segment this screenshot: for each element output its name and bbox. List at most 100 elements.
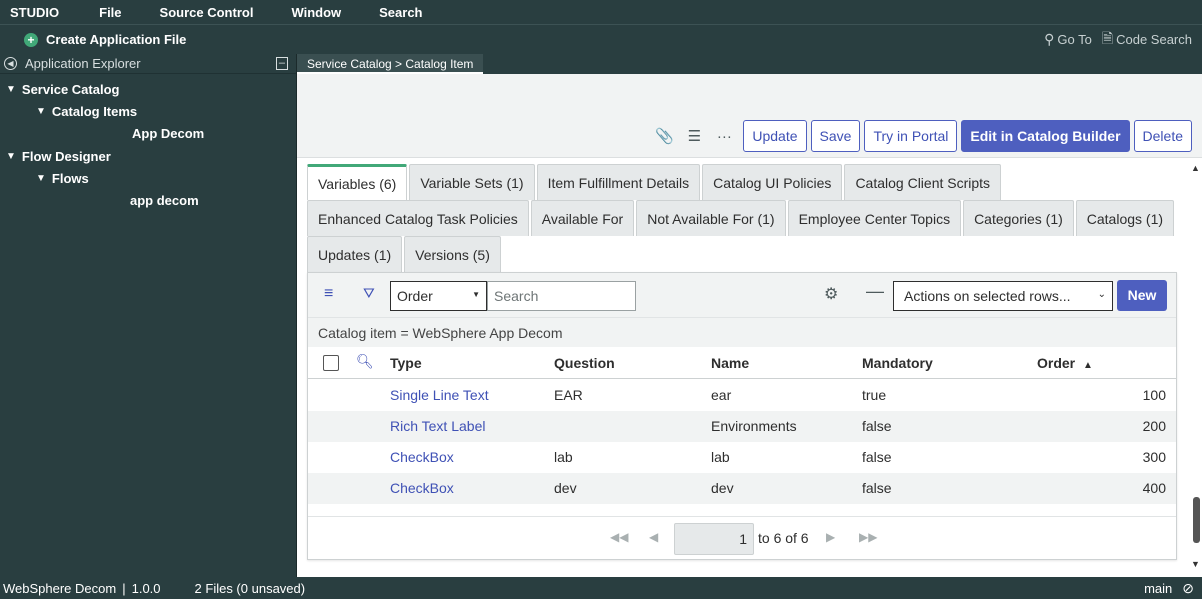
search-field-select[interactable]: Order ▼ xyxy=(390,281,487,311)
column-question[interactable]: Question xyxy=(554,355,615,371)
collapse-all-button[interactable]: – xyxy=(275,57,288,70)
tab-employee-center-topics[interactable]: Employee Center Topics xyxy=(787,200,962,236)
search-icon[interactable]: 🔍︎ xyxy=(356,353,374,370)
cell-type-link[interactable]: CheckBox xyxy=(390,449,454,465)
cell-order: 200 xyxy=(1142,418,1166,434)
tab-versions[interactable]: Versions (5) xyxy=(404,236,501,272)
cell-type-link[interactable]: CheckBox xyxy=(390,480,454,496)
menu-window[interactable]: Window xyxy=(281,5,341,20)
pagination: ◀◀ ◀ 1 to 6 of 6 ▶ ▶▶ xyxy=(308,516,1176,560)
filter-icon[interactable]: ⛛ xyxy=(363,285,375,302)
expanded-triangle-icon: ▼ xyxy=(6,84,16,95)
plus-icon: + xyxy=(24,32,38,47)
tab-not-available-for[interactable]: Not Available For (1) xyxy=(636,200,786,236)
cell-name: lab xyxy=(711,449,730,465)
tab-variables[interactable]: Variables (6) xyxy=(307,164,408,200)
file-count: 2 Files (0 unsaved) xyxy=(194,580,306,596)
column-name[interactable]: Name xyxy=(711,355,749,371)
table-row: CheckBox dev dev false 400 xyxy=(308,473,1176,504)
collapse-list-icon[interactable]: — xyxy=(866,281,884,302)
page-number-input[interactable]: 1 xyxy=(674,523,754,555)
last-page-icon[interactable]: ▶▶ xyxy=(859,530,877,544)
column-order[interactable]: Order ▲ xyxy=(1037,355,1093,371)
application-version: 1.0.0 xyxy=(131,580,161,596)
cell-order: 400 xyxy=(1142,480,1166,496)
back-icon[interactable]: ◀ xyxy=(4,57,17,70)
tree-label: App Decom xyxy=(132,126,205,141)
table-header: 🔍︎ Type Question Name Mandatory Order ▲ xyxy=(308,347,1176,379)
tab-catalogs[interactable]: Catalogs (1) xyxy=(1075,200,1175,236)
first-page-icon[interactable]: ◀◀ xyxy=(610,530,628,544)
tree-label: Service Catalog xyxy=(21,82,120,97)
app-toolbar: + Create Application File ⚲ Go To 🗎 Code… xyxy=(0,24,1202,54)
tab-categories[interactable]: Categories (1) xyxy=(963,200,1074,236)
column-type[interactable]: Type xyxy=(390,355,422,371)
go-to-label: Go To xyxy=(1057,32,1092,47)
delete-button[interactable]: Delete xyxy=(1133,120,1192,152)
menu-studio[interactable]: STUDIO xyxy=(0,5,59,20)
status-bar: WebSphere Decom | 1.0.0 2 Files (0 unsav… xyxy=(0,577,1202,599)
cell-mandatory: false xyxy=(862,418,892,434)
attachment-icon[interactable]: 📎 xyxy=(649,127,679,145)
tab-catalog-ui-policies[interactable]: Catalog UI Policies xyxy=(702,164,843,200)
gear-icon[interactable]: ⚙ xyxy=(824,284,838,304)
related-tabs-row-1: Variables (6) Variable Sets (1) Item Ful… xyxy=(307,164,1003,200)
try-in-portal-button[interactable]: Try in Portal xyxy=(864,120,958,152)
related-tabs-row-3: Updates (1) Versions (5) xyxy=(307,236,503,272)
menu-search[interactable]: Search xyxy=(369,5,422,20)
tab-enhanced-catalog-task-policies[interactable]: Enhanced Catalog Task Policies xyxy=(307,200,529,236)
more-options-icon[interactable]: ··· xyxy=(709,128,739,145)
tab-updates[interactable]: Updates (1) xyxy=(307,236,403,272)
search-field-value: Order xyxy=(397,288,433,304)
tree-node-flow-designer[interactable]: ▼ Flow Designer xyxy=(6,149,111,164)
tab-variable-sets[interactable]: Variable Sets (1) xyxy=(409,164,535,200)
search-input[interactable]: Search xyxy=(487,281,636,311)
editor-tab-catalog-item[interactable]: Service Catalog > Catalog Item xyxy=(297,54,484,74)
actions-select[interactable]: Actions on selected rows... ⌄ xyxy=(893,281,1113,311)
cell-type-link[interactable]: Rich Text Label xyxy=(390,418,485,434)
tree-node-flows[interactable]: ▼ Flows xyxy=(36,171,89,186)
cell-mandatory: true xyxy=(862,387,887,403)
cell-order: 300 xyxy=(1142,449,1166,465)
form-header: 📎 ☰ ··· Update Save Try in Portal Edit i… xyxy=(297,74,1202,158)
column-order-label: Order xyxy=(1037,355,1076,371)
vertical-scrollbar[interactable]: ▲ ▼ xyxy=(1190,159,1202,577)
previous-page-icon[interactable]: ◀ xyxy=(649,530,658,544)
cell-type-link[interactable]: Single Line Text xyxy=(390,387,489,403)
scroll-up-icon[interactable]: ▲ xyxy=(1191,163,1200,173)
tab-catalog-client-scripts[interactable]: Catalog Client Scripts xyxy=(844,164,1002,200)
tree-node-service-catalog[interactable]: ▼ Service Catalog xyxy=(6,82,119,97)
next-page-icon[interactable]: ▶ xyxy=(826,530,835,544)
menu-source-control[interactable]: Source Control xyxy=(150,5,254,20)
new-button[interactable]: New xyxy=(1117,280,1167,311)
column-mandatory[interactable]: Mandatory xyxy=(862,355,933,371)
table-row: CheckBox lab lab false 300 xyxy=(308,442,1176,473)
tree-label: Catalog Items xyxy=(51,104,138,119)
cell-question: lab xyxy=(554,449,573,465)
tab-available-for[interactable]: Available For xyxy=(530,200,635,236)
edit-in-catalog-builder-button[interactable]: Edit in Catalog Builder xyxy=(961,120,1130,152)
application-explorer-header: ◀ Application Explorer – xyxy=(0,54,296,74)
tree-node-app-decom[interactable]: App Decom xyxy=(132,126,204,141)
list-menu-icon[interactable]: ≡ xyxy=(324,285,333,303)
settings-sliders-icon[interactable]: ☰ xyxy=(679,127,709,145)
scroll-down-icon[interactable]: ▼ xyxy=(1191,559,1200,569)
list-condition-breadcrumb[interactable]: Catalog item = WebSphere App Decom xyxy=(308,317,1176,347)
scrollbar-thumb[interactable] xyxy=(1193,497,1200,543)
list-toolbar: ≡ ⛛ Order ▼ Search ⚙ — Actions on select… xyxy=(308,273,1176,317)
code-search-button[interactable]: 🗎 Code Search xyxy=(1102,28,1192,52)
select-all-checkbox[interactable] xyxy=(323,355,339,371)
update-button[interactable]: Update xyxy=(743,120,807,152)
create-application-file-button[interactable]: + Create Application File xyxy=(24,32,186,47)
go-to-button[interactable]: ⚲ Go To xyxy=(1044,31,1092,48)
cell-name: dev xyxy=(711,480,734,496)
tree-node-catalog-items[interactable]: ▼ Catalog Items xyxy=(36,104,137,119)
disconnected-icon: ⊘ xyxy=(1182,579,1194,596)
cell-mandatory: false xyxy=(862,449,892,465)
tab-item-fulfillment-details[interactable]: Item Fulfillment Details xyxy=(536,164,701,200)
tree-node-app-decom-flow[interactable]: app decom xyxy=(130,193,199,208)
expanded-triangle-icon: ▼ xyxy=(36,106,46,117)
save-button[interactable]: Save xyxy=(810,120,861,152)
menu-file[interactable]: File xyxy=(89,5,121,20)
branch-name[interactable]: main xyxy=(1144,581,1172,596)
